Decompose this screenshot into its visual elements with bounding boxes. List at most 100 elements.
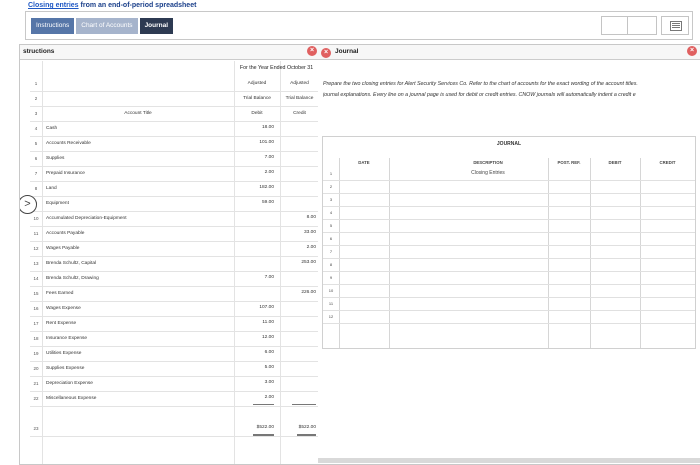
journal-row-number: 8 (329, 262, 333, 267)
row-number: 20 (30, 361, 43, 376)
credit-value (292, 361, 316, 374)
journal-row-number: 10 (328, 288, 334, 293)
row-number: 12 (30, 241, 43, 256)
journal-panel-title: Journal (335, 48, 359, 55)
debit-value: 3.00 (264, 380, 274, 385)
description-input[interactable]: Closing Entries (435, 167, 541, 180)
toolbar-button-1[interactable] (601, 16, 627, 35)
journal-row-number: 1 (329, 171, 333, 176)
account-name: Depreciation Expense (46, 381, 93, 386)
tab-chart-of-accounts[interactable]: Chart of Accounts (76, 18, 138, 34)
journal-row-number: 3 (329, 197, 333, 202)
debit-value (253, 211, 274, 224)
row-number: 18 (30, 331, 43, 346)
credit-header: Credit (293, 111, 306, 116)
period-label: For the Year Ended October 31 (239, 65, 314, 71)
account-row: 17 Rent Expense 11.00 (30, 316, 319, 332)
journal-row: 12 (323, 310, 695, 324)
row-number: 10 (30, 211, 43, 226)
credit-value: 33.00 (303, 230, 316, 235)
journal-row: 8 (323, 258, 695, 272)
row-number: 6 (30, 151, 43, 166)
journal-row: 9 (323, 271, 695, 285)
debit-value (253, 286, 274, 299)
account-row: 9Equipment59.00 (30, 196, 319, 212)
account-row: 7 Prepaid Insurance 2.00 (30, 166, 319, 182)
credit-value (292, 376, 316, 389)
journal-row-number: 7 (329, 249, 333, 254)
toolbar-panel: Instructions Chart of Accounts Journal (25, 11, 693, 40)
debit-header: Debit (251, 111, 263, 116)
close-icon[interactable]: × (687, 46, 697, 56)
row-number: 14 (30, 271, 43, 286)
credit-value (292, 301, 316, 314)
debit-value: 12.00 (261, 335, 274, 340)
debit-value: 7.00 (264, 275, 274, 280)
credit-value (292, 151, 316, 164)
account-row: 11 Accounts Payable 33.00 (30, 226, 319, 242)
total-credit: $522.00 (297, 421, 316, 436)
journal-row-number: 9 (329, 275, 333, 280)
horizontal-scrollbar[interactable] (318, 458, 700, 463)
credit-value (292, 316, 316, 329)
account-row: 6 Supplies 7.00 (30, 151, 319, 167)
debit-value (253, 256, 274, 269)
credit-value: 253.00 (301, 260, 316, 265)
menu-button[interactable] (661, 16, 689, 35)
row-number: 5 (30, 136, 43, 151)
account-row: 22 Miscellaneous Expense 2.00 (30, 391, 319, 407)
post-ref-column-header: POST. REF. (557, 160, 581, 165)
row-number: 8 (30, 181, 43, 196)
row-number: 19 (30, 346, 43, 361)
account-row: 18 Insurance Expense 12.00 (30, 331, 319, 347)
journal-table: JOURNAL DATE DESCRIPTION POST. REF. DEBI… (322, 136, 696, 349)
spreadsheet-row: 1 Adjusted Adjusted (30, 76, 319, 92)
adjusted-label: Adjusted (290, 81, 309, 86)
toolbar-button-2[interactable] (627, 16, 657, 35)
account-row: 20 Supplies Expense 5.00 (30, 361, 319, 377)
account-name: Brenda Schultz, Drawing (46, 276, 99, 281)
debit-column-header: DEBIT (608, 160, 622, 165)
credit-value: 226.00 (301, 290, 316, 295)
credit-column-header: CREDIT (659, 160, 676, 165)
credit-value (292, 331, 316, 344)
account-row: 16 Wages Expense 107.00 (30, 301, 319, 317)
close-icon[interactable]: × (321, 48, 331, 58)
journal-row-number: 11 (328, 301, 334, 306)
account-name: Accumulated Depreciation-Equipment (46, 216, 127, 221)
spreadsheet-row: 2 Trial Balance Trial Balance (30, 91, 319, 107)
journal-row-number: 2 (329, 184, 333, 189)
account-name: Accounts Payable (46, 231, 85, 236)
journal-row: 2 (323, 180, 695, 194)
debit-value: 6.00 (264, 350, 274, 355)
account-name: Prepaid Insurance (46, 171, 85, 176)
tab-instructions[interactable]: Instructions (31, 18, 75, 34)
credit-value (292, 166, 316, 179)
journal-row: 4 (323, 206, 695, 220)
account-name: Miscellaneous Expense (46, 396, 97, 401)
account-name: Brenda Schultz, Capital (46, 261, 97, 266)
account-name: Rent Expense (46, 321, 77, 326)
tab-journal[interactable]: Journal (139, 18, 174, 34)
account-row: 19 Utilities Expense 6.00 (30, 346, 319, 362)
credit-value (292, 346, 316, 359)
closing-entries-link[interactable]: Closing entries (28, 2, 79, 9)
journal-row-number: 12 (328, 314, 334, 319)
instructions-line-1: Prepare the two closing entries for Aler… (323, 81, 638, 87)
debit-value: 101.00 (259, 140, 274, 145)
row-number: 22 (30, 391, 43, 406)
credit-value (292, 391, 316, 405)
row-number: 4 (30, 121, 43, 136)
account-row: 13 Brenda Schultz, Capital 253.00 (30, 256, 319, 272)
account-name: Insurance Expense (46, 336, 88, 341)
instructions-line-2: journal explanations. Every line on a jo… (323, 92, 636, 98)
row-number: 17 (30, 316, 43, 331)
instructions-panel: structions × For the Year Ended October … (19, 44, 320, 465)
account-row: 10 Accumulated Depreciation-Equipment 8.00 (30, 211, 319, 227)
close-icon[interactable]: × (307, 46, 317, 56)
journal-row: 1 Closing Entries (323, 167, 695, 181)
journal-row: 5 (323, 219, 695, 233)
debit-value (253, 241, 274, 254)
debit-value: 59.00 (261, 200, 274, 205)
credit-value: 2.00 (306, 245, 316, 250)
